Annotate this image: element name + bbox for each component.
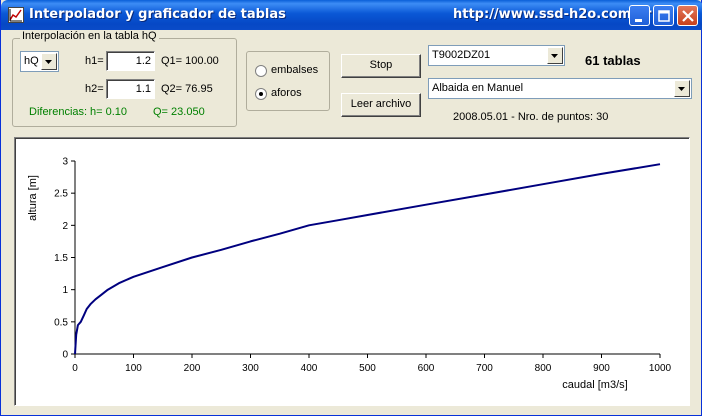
h2-value: 1.1 [135, 83, 151, 95]
x-axis-title: caudal [m3/s] [562, 379, 627, 391]
difference-h-value: h= 0.10 [90, 106, 128, 118]
close-button[interactable] [677, 5, 698, 26]
window-url: http://www.ssd-h2o.com.ar [453, 7, 652, 22]
minimize-icon [635, 19, 642, 22]
chevron-down-icon [41, 53, 57, 70]
table-code-select[interactable]: T9002DZ01 [428, 45, 565, 66]
rating-curve-chart: 0 0.5 1 1.5 2 2.5 3 0 100 200 300 400 500 600 700 800 90… [27, 157, 672, 392]
x-tick-label: 800 [535, 363, 552, 374]
window-title: Interpolador y graficador de tablas [29, 7, 286, 22]
x-tick-label: 1000 [649, 363, 672, 374]
h1-label: h1= [85, 55, 104, 67]
close-icon [682, 10, 694, 22]
radio-embalses[interactable] [255, 65, 267, 77]
y-tick-label: 2.5 [54, 189, 68, 200]
table-mode-select[interactable]: hQ [20, 51, 59, 72]
maximize-icon [658, 10, 670, 22]
h2-label: h2= [85, 83, 104, 95]
y-tick-label: 1 [62, 285, 68, 296]
table-mode-value: hQ [24, 55, 39, 67]
station-select[interactable]: Albaida en Manuel [428, 78, 692, 99]
interpolation-group-label: Interpolación en la tabla hQ [20, 30, 159, 42]
y-axis-title: altura [m] [27, 175, 39, 221]
x-tick-label: 100 [125, 363, 142, 374]
station-value: Albaida en Manuel [432, 82, 524, 94]
radio-aforos[interactable] [255, 88, 267, 100]
x-tick-label: 600 [418, 363, 435, 374]
series-line [74, 163, 661, 355]
radio-embalses-label[interactable]: embalses [271, 64, 318, 76]
y-tick-label: 0 [62, 350, 68, 361]
table-count: 61 tablas [585, 53, 641, 68]
stop-button[interactable]: Stop [341, 54, 421, 78]
radio-aforos-label[interactable]: aforos [271, 87, 302, 99]
chevron-down-icon [547, 47, 563, 64]
table-code-value: T9002DZ01 [432, 49, 491, 61]
difference-q-value: Q= 23.050 [153, 106, 205, 118]
y-tick-label: 3 [62, 157, 68, 168]
h1-input[interactable]: 1.2 [106, 51, 155, 71]
q2-value: Q2= 76.95 [161, 83, 213, 95]
x-tick-label: 400 [301, 363, 318, 374]
y-tick-label: 2 [62, 221, 68, 232]
x-tick-label: 700 [476, 363, 493, 374]
app-window: Interpolador y graficador de tablas http… [0, 0, 702, 416]
differences-label: Diferencias: [29, 106, 88, 118]
x-tick-label: 500 [359, 363, 376, 374]
x-tick-label: 300 [242, 363, 259, 374]
x-tick-label: 200 [184, 363, 201, 374]
minimize-button[interactable] [629, 5, 650, 26]
h1-value: 1.2 [135, 55, 151, 67]
table-info: 2008.05.01 - Nro. de puntos: 30 [453, 111, 609, 123]
x-tick-label: 0 [72, 363, 78, 374]
q1-value: Q1= 100.00 [161, 55, 219, 67]
h2-input[interactable]: 1.1 [106, 79, 155, 99]
read-file-button[interactable]: Leer archivo [341, 93, 421, 117]
source-group [246, 51, 330, 111]
title-bar[interactable]: Interpolador y graficador de tablas http… [1, 0, 702, 30]
y-tick-label: 1.5 [54, 253, 68, 264]
app-chart-icon [8, 7, 24, 23]
chart-panel: 0 0.5 1 1.5 2 2.5 3 0 100 200 300 400 500 600 700 800 90… [14, 137, 690, 406]
chevron-down-icon [674, 80, 690, 97]
y-tick-label: 0.5 [54, 317, 68, 328]
x-tick-label: 900 [593, 363, 610, 374]
maximize-button[interactable] [653, 5, 674, 26]
